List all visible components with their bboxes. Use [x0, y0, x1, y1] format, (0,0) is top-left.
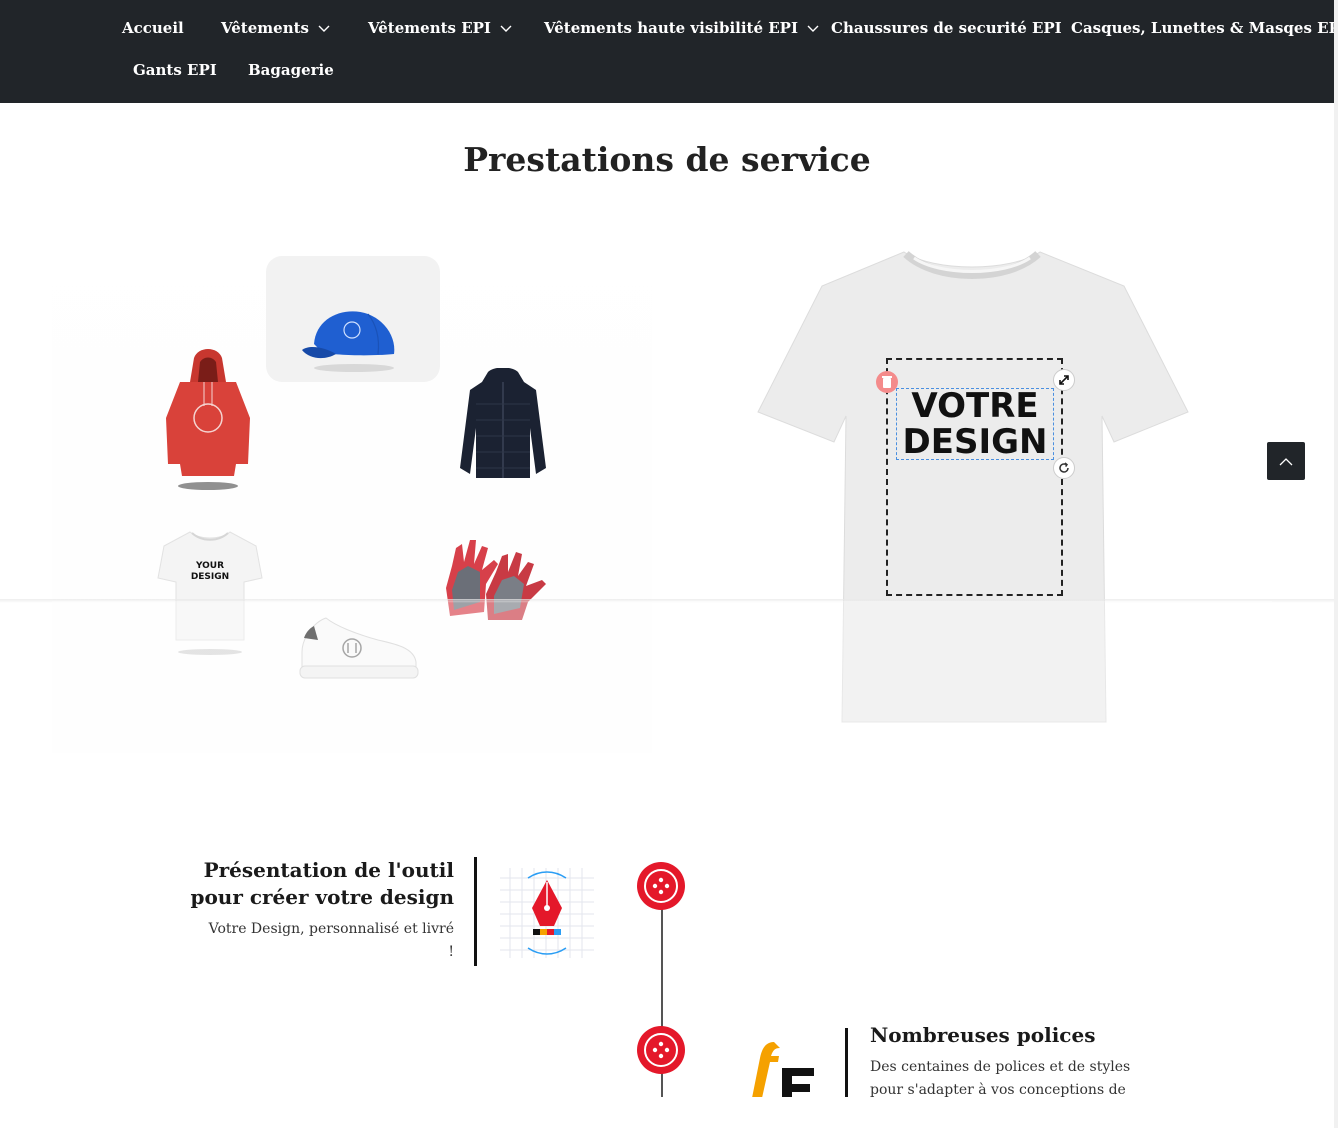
- chevron-up-icon: [1279, 458, 1293, 466]
- chevron-down-icon: [500, 25, 512, 32]
- nav-item-label: Vêtements EPI: [368, 19, 491, 37]
- delete-handle-icon[interactable]: [876, 371, 898, 393]
- feature-2-desc: Des centaines de polices et de styles po…: [870, 1056, 1170, 1102]
- nav-item-label: Bagagerie: [248, 61, 334, 79]
- nav-item-label: Chaussures de securité EPI: [831, 19, 1062, 37]
- feature-2-title: Nombreuses polices: [870, 1022, 1170, 1049]
- feature-1-title-line1: Présentation de l'outil: [203, 858, 454, 882]
- feature-2-desc-line1: Des centaines de polices et de styles: [870, 1059, 1131, 1075]
- back-to-top-button[interactable]: [1267, 442, 1305, 480]
- nav-item-chaussures[interactable]: Chaussures de securité EPI: [831, 19, 1062, 37]
- sneaker-image: [299, 617, 419, 679]
- tshirt-small-text-1: YOUR: [195, 561, 224, 571]
- page-scrollbar[interactable]: [1334, 0, 1338, 1128]
- timeline-dot-1[interactable]: [637, 862, 685, 910]
- nav-item-label: Gants EPI: [133, 61, 217, 79]
- nav-item-casques[interactable]: Casques, Lunettes & Masqes EPI: [1071, 19, 1338, 37]
- nav-item-vetements-epi[interactable]: Vêtements EPI: [368, 19, 513, 37]
- nav-item-accueil[interactable]: Accueil: [122, 19, 184, 37]
- nav-item-label: Vêtements haute visibilité EPI: [544, 19, 798, 37]
- dots-icon: [652, 1041, 670, 1059]
- timeline-dot-2[interactable]: [637, 1026, 685, 1074]
- dots-icon: [652, 877, 670, 895]
- design-preview-panel: VOTRE DESIGN: [702, 216, 1272, 753]
- jacket-image: [460, 368, 546, 478]
- feature-1-title: Présentation de l'outil pour créer votre…: [160, 857, 454, 911]
- nav-item-bagagerie[interactable]: Bagagerie: [248, 61, 334, 79]
- resize-handle-icon[interactable]: [1053, 369, 1075, 391]
- cap-image: [302, 311, 395, 372]
- main-navbar: Accueil Vêtements Vêtements EPI Vêtement…: [0, 0, 1338, 103]
- tshirt-small-image: YOUR DESIGN: [157, 531, 263, 655]
- feature-1-title-line2: pour créer votre design: [190, 885, 454, 909]
- section-divider: [0, 599, 1334, 603]
- nav-item-label: Accueil: [122, 19, 184, 37]
- chevron-down-icon: [807, 25, 819, 32]
- products-collage: YOUR DESIGN: [52, 216, 652, 753]
- pen-tool-icon: [500, 868, 594, 958]
- rotate-handle-icon[interactable]: [1053, 457, 1075, 479]
- design-text-box[interactable]: VOTRE DESIGN: [896, 388, 1054, 460]
- section-title: Prestations de service: [463, 140, 871, 179]
- hoodie-image: [166, 349, 250, 490]
- feature-1-desc-line2: !: [448, 944, 454, 960]
- feature-1-desc-line1: Votre Design, personnalisé et livré: [208, 921, 454, 937]
- tshirt-small-text-2: DESIGN: [191, 572, 229, 582]
- feature-2-bar: [845, 1028, 848, 1098]
- feature-1-bar: [474, 857, 477, 966]
- design-text-line1: VOTRE: [911, 386, 1039, 426]
- nav-item-label: Casques, Lunettes & Masqes EPI: [1071, 19, 1338, 37]
- feature-2-title-line1: Nombreuses polices: [870, 1023, 1096, 1047]
- nav-item-gants[interactable]: Gants EPI: [133, 61, 217, 79]
- viewport-bottom-clip: [0, 1097, 1334, 1128]
- feature-1-desc: Votre Design, personnalisé et livré !: [160, 918, 454, 964]
- gloves-image: [446, 540, 546, 620]
- nav-item-haute-visibilite[interactable]: Vêtements haute visibilité EPI: [544, 19, 820, 37]
- design-text-line2: DESIGN: [902, 422, 1048, 462]
- chevron-down-icon: [318, 25, 330, 32]
- nav-item-vetements[interactable]: Vêtements: [221, 19, 331, 37]
- nav-item-label: Vêtements: [221, 19, 309, 37]
- fonts-icon: [752, 1042, 814, 1100]
